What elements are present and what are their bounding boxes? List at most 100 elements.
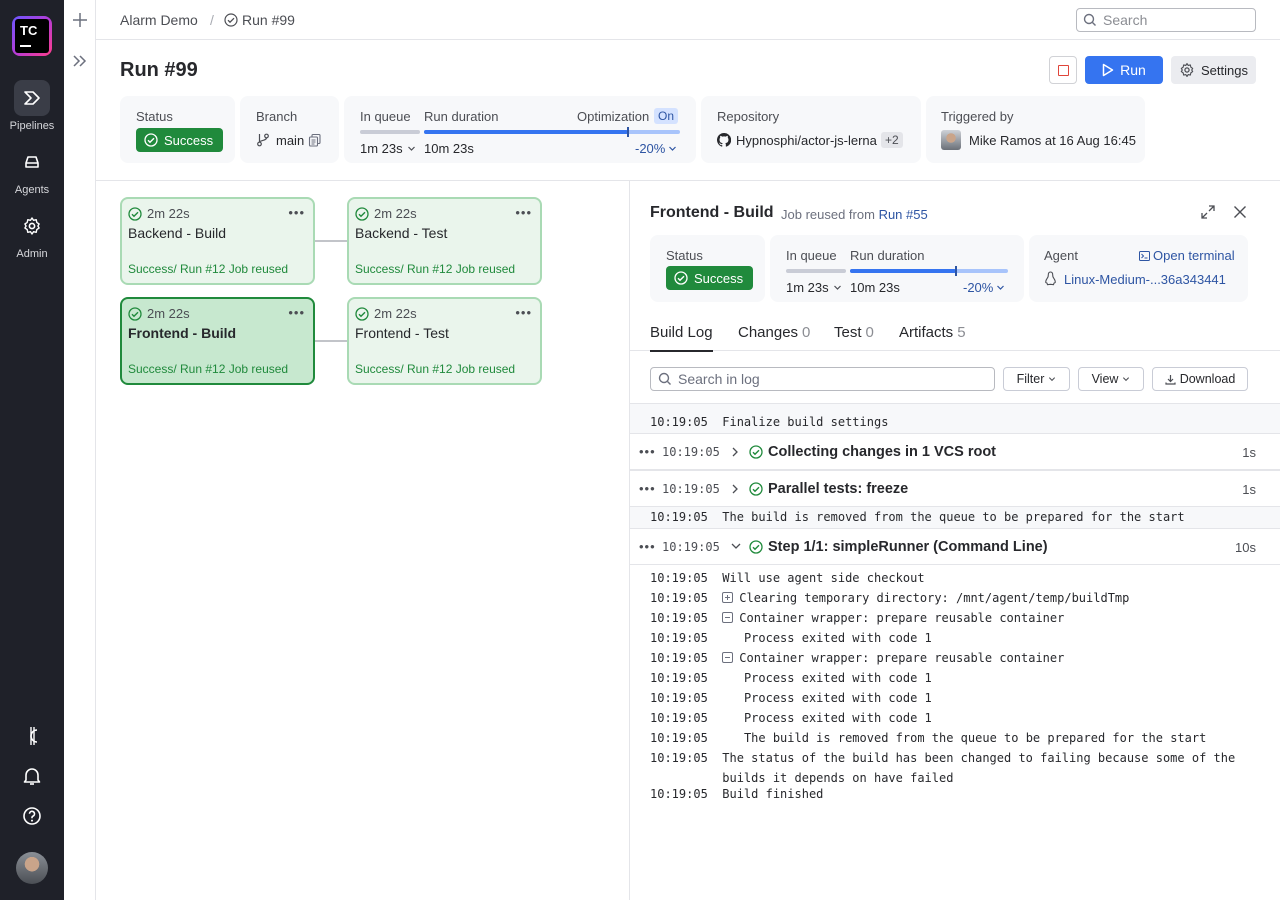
log-timestamp: 10:19:05 [650, 591, 708, 605]
filter-dropdown[interactable]: Filter [1003, 367, 1070, 391]
linux-icon [1045, 271, 1056, 286]
optimization-delta-dropdown[interactable]: -20% [635, 141, 677, 156]
panel-duration-marker [955, 266, 957, 276]
job-card-backend-build[interactable]: 2m 22s ••• Backend - Build Success/ Run … [120, 197, 315, 285]
tab-count: 0 [802, 324, 811, 341]
panel-agent-card: Agent Open terminal Linux-Medium-...36a3… [1029, 235, 1248, 302]
log-line: 10:19:05 The build is removed from the q… [650, 510, 1185, 524]
settings-button[interactable]: Settings [1171, 56, 1256, 84]
panel-subtitle-prefix: Job reused from [781, 207, 875, 222]
panel-in-queue-dropdown[interactable]: 1m 23s [786, 280, 842, 295]
job-card-backend-test[interactable]: 2m 22s ••• Backend - Test Success/ Run #… [347, 197, 542, 285]
reused-run-link[interactable]: Run #55 [879, 207, 928, 222]
view-dropdown[interactable]: View [1078, 367, 1144, 391]
open-terminal-link[interactable]: Open terminal [1139, 248, 1235, 263]
pipelines-icon [14, 80, 50, 116]
close-icon[interactable] [1233, 205, 1247, 219]
more-options-icon[interactable]: ••• [288, 305, 305, 320]
nav-label-admin: Admin [16, 248, 48, 260]
search-placeholder: Search [1103, 12, 1148, 28]
currency-icon[interactable] [20, 724, 44, 748]
nav-item-admin[interactable]: Admin [0, 208, 64, 260]
tab-changes[interactable]: Changes 0 [738, 324, 810, 341]
log-search-input[interactable]: Search in log [650, 367, 995, 391]
chevron-down-icon [1049, 377, 1056, 382]
log-line: 10:19:05 Container wrapper: prepare reus… [650, 650, 1064, 666]
log-timestamp: 10:19:05 [650, 787, 708, 801]
help-icon[interactable] [20, 804, 44, 828]
filter-label: Filter [1016, 372, 1045, 386]
more-options-icon[interactable]: ••• [288, 205, 305, 220]
branch-value: main [276, 133, 305, 148]
tab-count: 0 [865, 324, 874, 341]
more-options-icon[interactable]: ••• [515, 205, 532, 220]
nav-item-agents[interactable]: Agents [0, 144, 64, 196]
more-options-icon[interactable]: ••• [639, 481, 656, 496]
log-timestamp: 10:19:05 [650, 651, 708, 665]
log-timestamp: 10:19:05 [650, 731, 708, 745]
nav-item-pipelines[interactable]: Pipelines [0, 80, 64, 132]
panel-tabs: Build Log Changes 0 Test 0 Artifacts 5 [630, 314, 1280, 352]
expand-node-icon[interactable] [722, 592, 734, 603]
expand-sidebar-icon[interactable] [72, 53, 88, 69]
copy-icon[interactable] [308, 133, 322, 147]
job-name: Backend - Test [355, 225, 448, 241]
panel-status-label: Status [666, 248, 703, 263]
breadcrumb-project[interactable]: Alarm Demo [120, 12, 198, 28]
user-avatar [941, 130, 961, 150]
job-status: Success/ Run #12 Job reused [128, 262, 289, 276]
agent-value[interactable]: Linux-Medium-...36a343441 [1064, 272, 1226, 287]
log-step-row[interactable]: ••• 10:19:05 Parallel tests: freeze 1s [630, 470, 1280, 507]
chevron-down-icon [669, 146, 677, 151]
tab-artifacts[interactable]: Artifacts 5 [899, 324, 966, 341]
plus-icon[interactable] [72, 12, 88, 28]
global-search-input[interactable]: Search [1076, 8, 1256, 32]
download-button[interactable]: Download [1152, 367, 1248, 391]
in-queue-dropdown[interactable]: 1m 23s [360, 141, 416, 156]
collapse-node-icon[interactable] [722, 652, 734, 663]
panel-status-value: Success [694, 270, 744, 286]
triggered-card: Triggered by Mike Ramos at 16 Aug 16:45 [926, 96, 1145, 163]
tab-test[interactable]: Test 0 [834, 324, 874, 341]
log-timestamp: 10:19:05 [650, 751, 708, 765]
build-log: 10:19:05 Finalize build settings ••• 10:… [630, 403, 1280, 900]
chevron-down-icon [407, 146, 415, 151]
log-timestamp: 10:19:05 [650, 571, 708, 585]
job-duration: 2m 22s [355, 306, 417, 321]
panel-delta-dropdown[interactable]: -20% [963, 280, 1005, 295]
more-options-icon[interactable]: ••• [639, 444, 656, 459]
job-card-frontend-test[interactable]: 2m 22s ••• Frontend - Test Success/ Run … [347, 297, 542, 385]
repository-value[interactable]: Hypnosphi/actor-js-lerna [736, 133, 877, 148]
tab-build-log[interactable]: Build Log [650, 324, 713, 352]
repository-extra-badge[interactable]: +2 [881, 132, 903, 148]
job-card-frontend-build[interactable]: 2m 22s ••• Frontend - Build Success/ Run… [120, 297, 315, 385]
log-step-row[interactable]: ••• 10:19:05 Step 1/1: simpleRunner (Com… [630, 528, 1280, 565]
branch-label: Branch [256, 109, 298, 124]
status-value: Success [164, 132, 214, 148]
log-line: 10:19:05 Build finished [650, 786, 823, 802]
log-text: builds it depends on have failed [722, 771, 954, 785]
bell-icon[interactable] [20, 764, 44, 788]
collapse-node-icon[interactable] [722, 612, 734, 623]
stop-button[interactable] [1049, 56, 1077, 84]
chevron-right-icon[interactable] [730, 483, 740, 495]
expand-icon[interactable] [1201, 205, 1215, 219]
repository-label: Repository [717, 109, 780, 124]
log-text: Container wrapper: prepare reusable cont… [739, 611, 1065, 625]
teamcity-logo[interactable]: TC [12, 16, 52, 56]
breadcrumb-run[interactable]: Run #99 [224, 12, 295, 28]
user-avatar[interactable] [16, 852, 48, 884]
chevron-right-icon[interactable] [730, 446, 740, 458]
check-circle-icon [355, 306, 369, 321]
more-options-icon[interactable]: ••• [515, 305, 532, 320]
log-line: 10:19:05 The status of the build has bee… [650, 750, 1235, 766]
log-text: Clearing temporary directory: /mnt/agent… [739, 591, 1130, 605]
check-circle-icon [674, 271, 688, 285]
run-button[interactable]: Run [1085, 56, 1163, 84]
log-text: Container wrapper: prepare reusable cont… [739, 651, 1065, 665]
chevron-down-icon[interactable] [730, 541, 742, 551]
duration-marker [627, 127, 629, 137]
terminal-icon [1139, 250, 1150, 261]
log-step-row[interactable]: ••• 10:19:05 Collecting changes in 1 VCS… [630, 433, 1280, 470]
more-options-icon[interactable]: ••• [639, 539, 656, 554]
